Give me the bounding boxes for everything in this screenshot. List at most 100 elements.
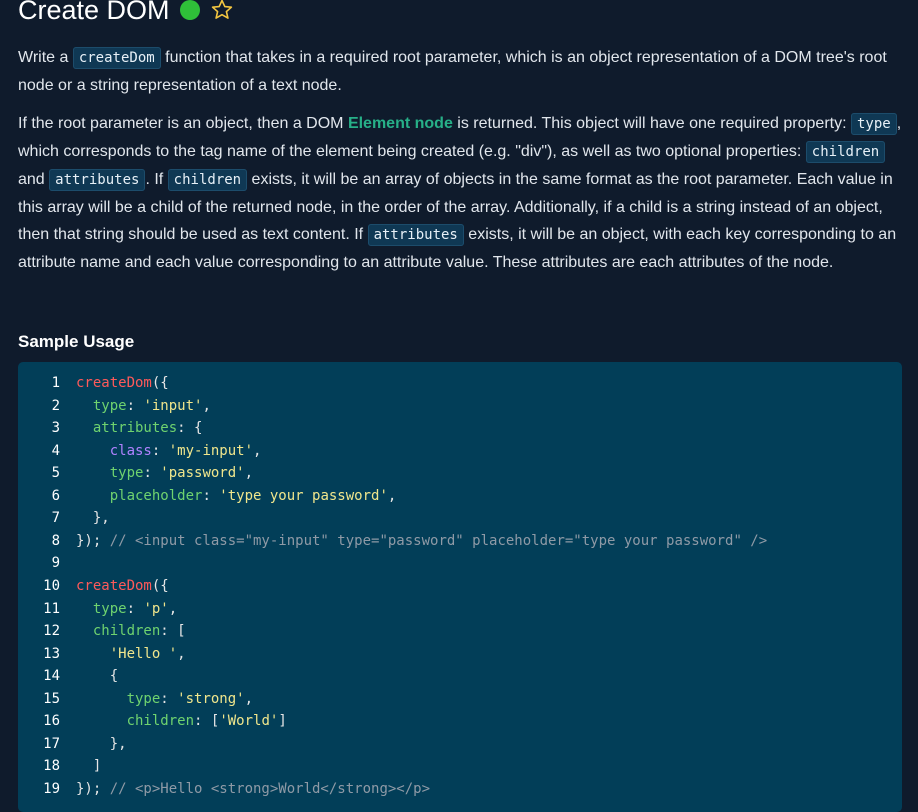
code-token: :	[151, 442, 169, 459]
code-text: class: 'my-input',	[76, 442, 262, 459]
code-line: 7 },	[18, 507, 110, 529]
code-text: createDom({	[76, 578, 169, 594]
code-line: 10 createDom({	[18, 575, 169, 597]
line-number: 17	[43, 735, 60, 752]
inline-code-children: children	[805, 141, 886, 163]
line-number: 13	[43, 645, 60, 662]
code-token: 'password'	[160, 465, 245, 482]
code-line: 1 createDom({	[18, 372, 169, 394]
code-token: :	[202, 487, 220, 504]
line-number: 8	[51, 532, 60, 549]
star-outline-icon[interactable]	[210, 0, 234, 22]
code-token: ,	[202, 397, 211, 414]
code-token: ]	[278, 713, 287, 730]
code-line: 5 type: 'password',	[18, 462, 253, 484]
line-number: 3	[51, 420, 60, 437]
code-token: type	[92, 397, 127, 414]
code-token: :	[143, 465, 161, 482]
code-token: // <input class="my-input" type="passwor…	[109, 532, 768, 549]
code-token: ,	[387, 487, 397, 504]
description-paragraph-1: Write a createDom function that takes in…	[18, 47, 887, 94]
inline-code-attributes: attributes	[367, 224, 464, 246]
code-text: {	[76, 668, 118, 684]
element-node-link[interactable]: Element node	[348, 115, 453, 132]
code-token: ({	[151, 375, 169, 391]
code-token: ,	[177, 645, 186, 662]
code-token: type	[126, 690, 161, 707]
code-text: placeholder: 'type your password',	[76, 487, 397, 504]
code-text: },	[76, 510, 110, 526]
code-line: 12 children: [	[18, 620, 186, 642]
code-token: 'p'	[143, 600, 169, 617]
code-line: 4 class: 'my-input',	[18, 440, 262, 462]
line-number: 16	[43, 713, 60, 730]
code-token: 'my-input'	[168, 442, 254, 459]
line-number: 11	[43, 600, 60, 617]
code-token: attributes	[92, 420, 178, 437]
code-token: :	[126, 397, 144, 414]
code-token: ,	[244, 690, 254, 707]
code-text: children: [	[76, 623, 186, 639]
code-text: }); // <input class="my-input" type="pas…	[76, 533, 767, 549]
code-token: ({	[151, 577, 169, 594]
code-line: 17 },	[18, 733, 127, 755]
line-number: 1	[51, 375, 60, 391]
problem-description: Write a createDom function that takes in…	[18, 44, 903, 287]
code-token: createDom	[76, 375, 152, 391]
code-token: ,	[168, 600, 178, 617]
code-line: 3 attributes: {	[18, 417, 203, 439]
inline-code-createdom: createDom	[72, 47, 161, 69]
code-token: 'strong'	[177, 690, 245, 707]
page-title: Create DOM	[18, 0, 170, 25]
code-line: 8}); // <input class="my-input" type="pa…	[18, 530, 768, 552]
line-number: 14	[43, 668, 60, 685]
code-token: : {	[177, 420, 203, 437]
code-line: 9	[18, 552, 76, 574]
code-line: 19}); // <p>Hello <strong>World</strong>…	[18, 778, 430, 800]
code-token: 'type your password'	[219, 487, 388, 504]
code-token: },	[76, 735, 127, 752]
code-line: 2 type: 'input',	[18, 395, 211, 417]
code-text: type: 'strong',	[76, 691, 253, 707]
code-token: ,	[253, 442, 262, 459]
line-number: 12	[43, 623, 60, 640]
line-number: 5	[51, 465, 60, 482]
code-token: children	[92, 623, 161, 640]
code-token: : [	[194, 713, 220, 730]
inline-code-type: type	[850, 113, 897, 135]
code-text: attributes: {	[76, 420, 203, 437]
code-line: 16 children: ['World']	[18, 710, 287, 732]
code-text: createDom({	[76, 375, 169, 391]
code-line: 11 type: 'p',	[18, 598, 177, 620]
line-number: 7	[51, 510, 60, 527]
completed-status-icon	[179, 0, 200, 20]
code-token: placeholder	[109, 487, 203, 504]
code-token: 'Hello '	[109, 645, 178, 662]
code-text: }); // <p>Hello <strong>World</strong></…	[76, 781, 430, 797]
code-line: 14 {	[18, 665, 118, 687]
code-text: type: 'password',	[76, 465, 253, 481]
code-text: type: 'input',	[76, 398, 211, 414]
code-text: children: ['World']	[76, 713, 287, 729]
code-token: :	[126, 600, 144, 617]
code-token: });	[76, 532, 110, 549]
code-token: 'World'	[219, 713, 279, 730]
code-token: :	[160, 690, 178, 707]
code-token: class	[109, 442, 152, 459]
code-token: {	[76, 668, 119, 685]
code-text: },	[76, 736, 127, 752]
line-number: 6	[51, 487, 60, 504]
code-line: 13 'Hello ',	[18, 643, 186, 665]
line-number: 9	[51, 555, 60, 572]
title-row: Create DOM	[18, 0, 234, 32]
code-text: type: 'p',	[76, 601, 177, 617]
code-text: 'Hello ',	[76, 646, 186, 662]
